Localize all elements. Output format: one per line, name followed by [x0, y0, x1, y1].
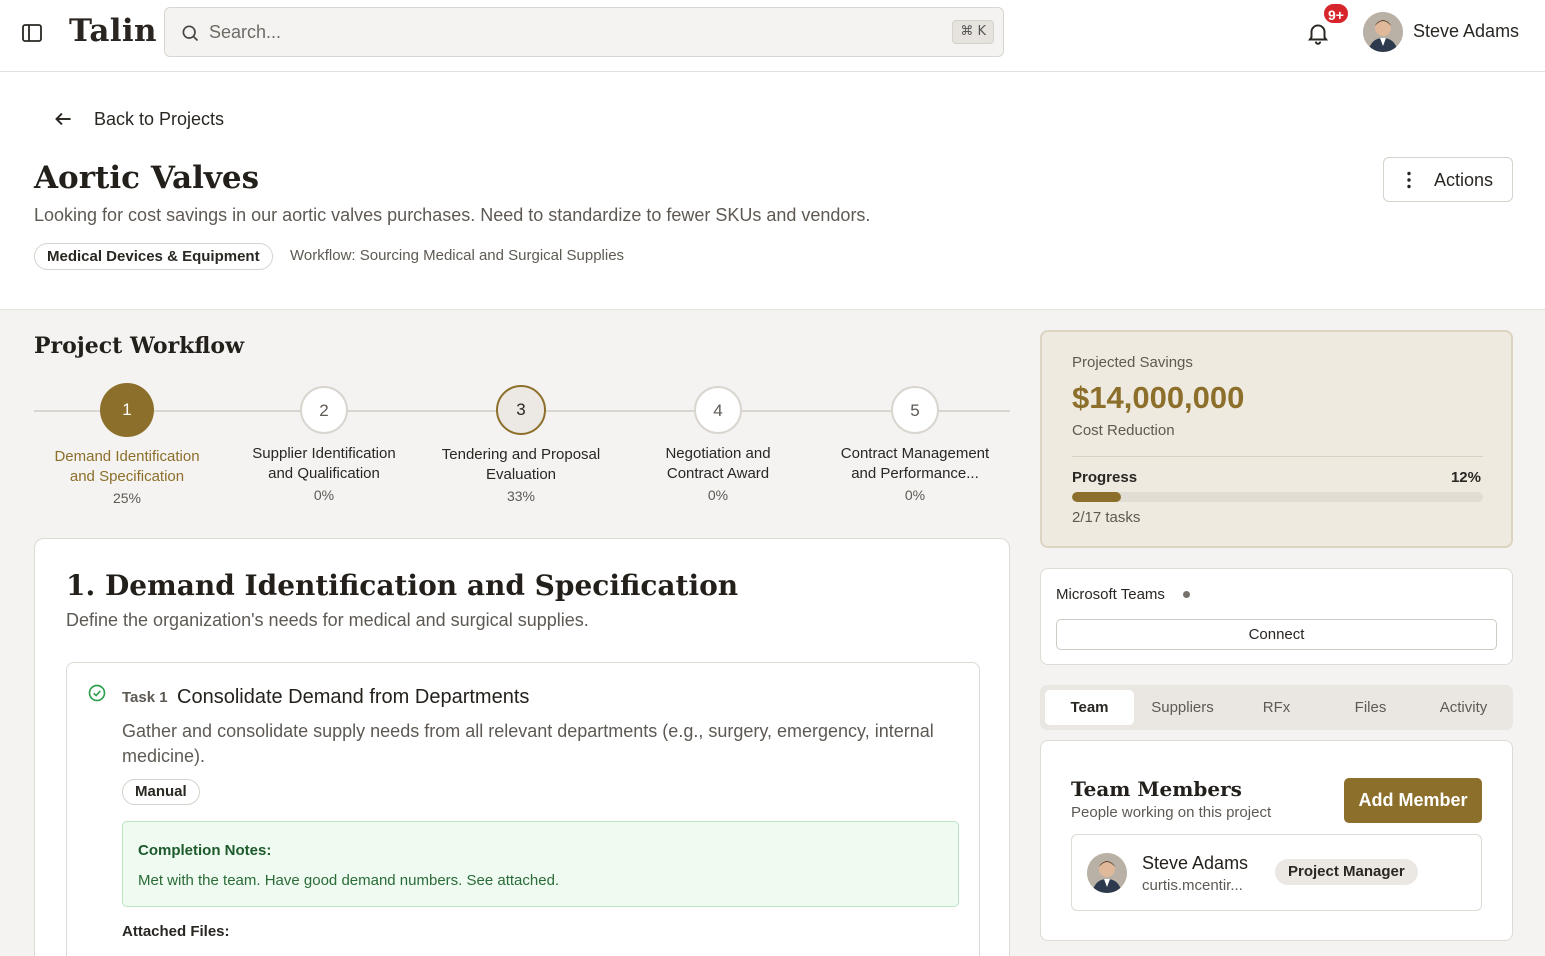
savings-label: Projected Savings: [1072, 354, 1193, 371]
search-input[interactable]: [209, 18, 909, 46]
tab-rfx[interactable]: RFx: [1232, 690, 1321, 725]
app-logo[interactable]: Talin: [69, 13, 157, 49]
projected-savings-card: Projected Savings $14,000,000 Cost Reduc…: [1040, 330, 1513, 548]
step-label: and Performance...: [851, 465, 979, 482]
integration-name: Microsoft Teams: [1056, 586, 1165, 603]
notes-body: Met with the team. Have good demand numb…: [138, 872, 560, 889]
project-description: Looking for cost savings in our aortic v…: [34, 205, 871, 225]
connect-button[interactable]: Connect: [1056, 619, 1497, 650]
progress-fill: [1072, 492, 1122, 502]
attached-files-label: Attached Files:: [122, 923, 230, 940]
check-circle-icon: [88, 684, 106, 702]
step-number: 1: [100, 383, 154, 437]
team-members-card: Team Members People working on this proj…: [1040, 740, 1513, 941]
step-label: Contract Management: [840, 445, 990, 462]
tab-team[interactable]: Team: [1045, 690, 1134, 725]
notes-title: Completion Notes:: [138, 842, 272, 859]
step-label: Evaluation: [485, 466, 557, 483]
completion-notes: Completion Notes: Met with the team. Hav…: [122, 821, 959, 907]
step-percent: 0%: [313, 487, 335, 503]
step-number: 3: [496, 385, 546, 435]
back-to-projects-link[interactable]: Back to Projects: [50, 106, 224, 132]
actions-button[interactable]: Actions: [1383, 157, 1513, 202]
search-bar[interactable]: ⌘ K: [164, 7, 1004, 57]
step-label: Supplier Identification: [252, 445, 396, 462]
top-bar: Talin ⌘ K 9+ Steve Adams: [0, 0, 1545, 72]
workflow-label: Workflow: Sourcing Medical and Surgical …: [290, 247, 625, 264]
step-percent: 33%: [506, 488, 536, 504]
member-role-badge: Project Manager: [1275, 859, 1418, 885]
task-type-badge: Manual: [122, 779, 200, 805]
step-label: and Qualification: [268, 465, 380, 482]
team-subtitle: People working on this project: [1071, 804, 1272, 821]
step-percent: 0%: [904, 487, 926, 503]
add-member-button[interactable]: Add Member: [1344, 778, 1482, 823]
workflow-step-5[interactable]: 5 Contract Management and Performance...…: [815, 383, 1015, 503]
tab-suppliers[interactable]: Suppliers: [1138, 690, 1227, 725]
workflow-step-3[interactable]: 3 Tendering and Proposal Evaluation 33%: [421, 383, 621, 504]
workflow-step-2[interactable]: 2 Supplier Identification and Qualificat…: [224, 383, 424, 503]
step-label: Contract Award: [666, 465, 770, 482]
member-name: Steve Adams: [1142, 853, 1249, 873]
stage-card: 1. Demand Identification and Specificati…: [34, 538, 1010, 956]
task-title: Consolidate Demand from Departments: [177, 686, 530, 708]
member-email: curtis.mcentir...: [1142, 877, 1243, 894]
savings-value: $14,000,000: [1072, 380, 1245, 415]
actions-label: Actions: [1434, 170, 1494, 190]
task-number: Task 1: [122, 689, 168, 706]
search-icon: [182, 25, 199, 42]
arrow-left-icon: [55, 112, 71, 126]
progress-percent: 12%: [1450, 469, 1481, 486]
project-header: Back to Projects Aortic Valves Looking f…: [0, 72, 1545, 310]
sidebar-toggle-icon[interactable]: [20, 21, 44, 45]
category-tag: Medical Devices & Equipment: [34, 243, 273, 270]
savings-type: Cost Reduction: [1072, 422, 1175, 439]
back-label: Back to Projects: [94, 108, 225, 129]
workflow-title: Project Workflow: [34, 333, 245, 359]
tab-files[interactable]: Files: [1326, 690, 1415, 725]
integration-card: Microsoft Teams Connect: [1040, 568, 1513, 665]
user-name[interactable]: Steve Adams: [1413, 21, 1519, 42]
member-row[interactable]: Steve Adams curtis.mcentir... Project Ma…: [1071, 834, 1482, 911]
side-tabs: Team Suppliers RFx Files Activity: [1040, 685, 1513, 730]
team-title: Team Members: [1071, 777, 1242, 801]
divider: [1072, 456, 1483, 457]
progress-label: Progress: [1072, 469, 1138, 486]
keyboard-shortcut-hint: ⌘ K: [952, 20, 994, 44]
workflow-step-4[interactable]: 4 Negotiation and Contract Award 0%: [618, 383, 818, 503]
progress-tasks: 2/17 tasks: [1072, 509, 1141, 526]
step-label: Demand Identification: [54, 448, 200, 465]
notification-badge: 9+: [1322, 2, 1350, 25]
member-avatar: [1087, 853, 1127, 893]
more-vertical-icon: [1407, 171, 1411, 189]
step-percent: 0%: [707, 487, 729, 503]
user-avatar[interactable]: [1363, 12, 1403, 52]
workflow-step-1[interactable]: 1 Demand Identification and Specificatio…: [27, 383, 227, 506]
task-card[interactable]: Task 1 Consolidate Demand from Departmen…: [66, 662, 980, 956]
step-label: Negotiation and: [665, 445, 771, 462]
step-number: 5: [891, 386, 939, 434]
step-label: Tendering and Proposal: [441, 446, 601, 463]
step-percent: 25%: [112, 490, 142, 506]
progress-bar: [1072, 492, 1483, 502]
step-number: 4: [694, 386, 742, 434]
task-description: Gather and consolidate supply needs from…: [122, 721, 934, 766]
step-number: 2: [300, 386, 348, 434]
page-title: Aortic Valves: [34, 160, 260, 196]
step-label: and Specification: [69, 468, 185, 485]
tab-activity[interactable]: Activity: [1419, 690, 1508, 725]
status-dot: [1183, 591, 1190, 598]
stage-title: 1. Demand Identification and Specificati…: [66, 569, 739, 602]
stage-description: Define the organization's needs for medi…: [66, 610, 589, 630]
bell-icon[interactable]: [1305, 20, 1331, 46]
